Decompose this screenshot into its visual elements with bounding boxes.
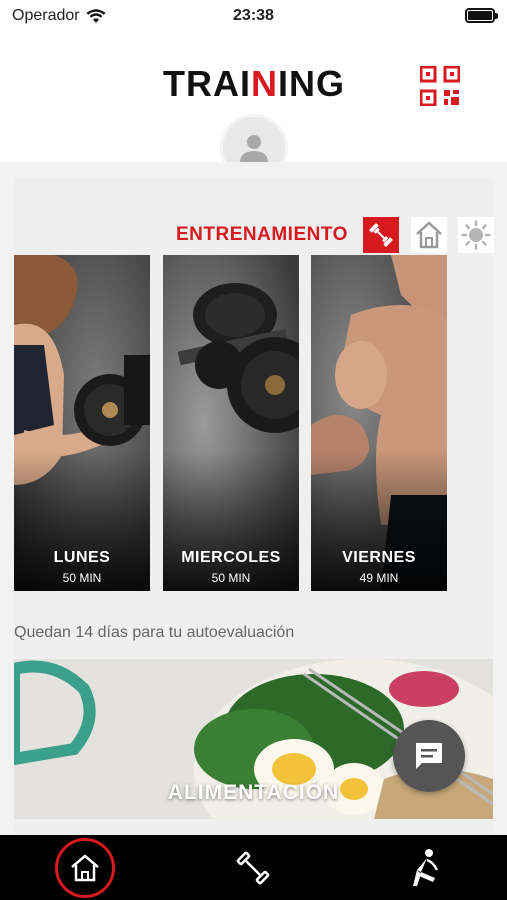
home-icon <box>416 221 442 249</box>
wifi-icon <box>86 8 106 23</box>
home-icon <box>71 854 99 881</box>
dumbbell-icon <box>369 223 393 247</box>
app-header: TRAINING <box>0 32 507 182</box>
stretching-icon <box>413 848 439 886</box>
mode-home-button[interactable] <box>411 217 447 253</box>
section-title: ENTRENAMIENTO <box>176 224 348 245</box>
chat-icon <box>416 743 442 769</box>
carrier-label: Operador <box>12 7 80 24</box>
carrier: Operador <box>12 7 106 25</box>
nav-stretching[interactable] <box>382 835 462 900</box>
mode-outdoor-button[interactable] <box>458 217 494 253</box>
dumbbell-icon <box>236 851 270 884</box>
workout-duration: 49 MIN <box>359 571 399 585</box>
nav-training[interactable] <box>213 835 293 900</box>
nav-home[interactable] <box>45 835 125 900</box>
evaluation-notice: Quedan 14 días para tu autoevaluación <box>14 624 295 641</box>
nav-home-active-ring <box>55 837 115 898</box>
workout-day: MIERCOLES <box>181 549 281 566</box>
battery-icon <box>465 8 498 23</box>
training-logo: TRAINING <box>163 63 346 104</box>
workout-card-viernes[interactable]: VIERNES 49 MIN <box>311 255 447 591</box>
status-bar: Operador 23:38 <box>0 0 507 32</box>
workout-card-lunes[interactable]: LUNES 50 MIN <box>14 255 150 591</box>
workout-day: VIERNES <box>342 549 416 566</box>
qr-code-icon[interactable] <box>420 66 460 106</box>
workout-duration: 50 MIN <box>62 571 102 585</box>
bottom-nav <box>0 835 507 900</box>
workout-carousel[interactable]: LUNES 50 MIN MIERCOLES 50 MIN VIERNES 49… <box>14 255 493 591</box>
workout-card-miercoles[interactable]: MIERCOLES 50 MIN <box>163 255 299 591</box>
workout-day: LUNES <box>53 549 111 566</box>
mode-gym-button[interactable] <box>363 217 399 253</box>
workout-duration: 50 MIN <box>211 571 251 585</box>
chat-button[interactable] <box>393 720 465 792</box>
sun-icon <box>461 220 491 250</box>
user-icon <box>240 135 268 163</box>
